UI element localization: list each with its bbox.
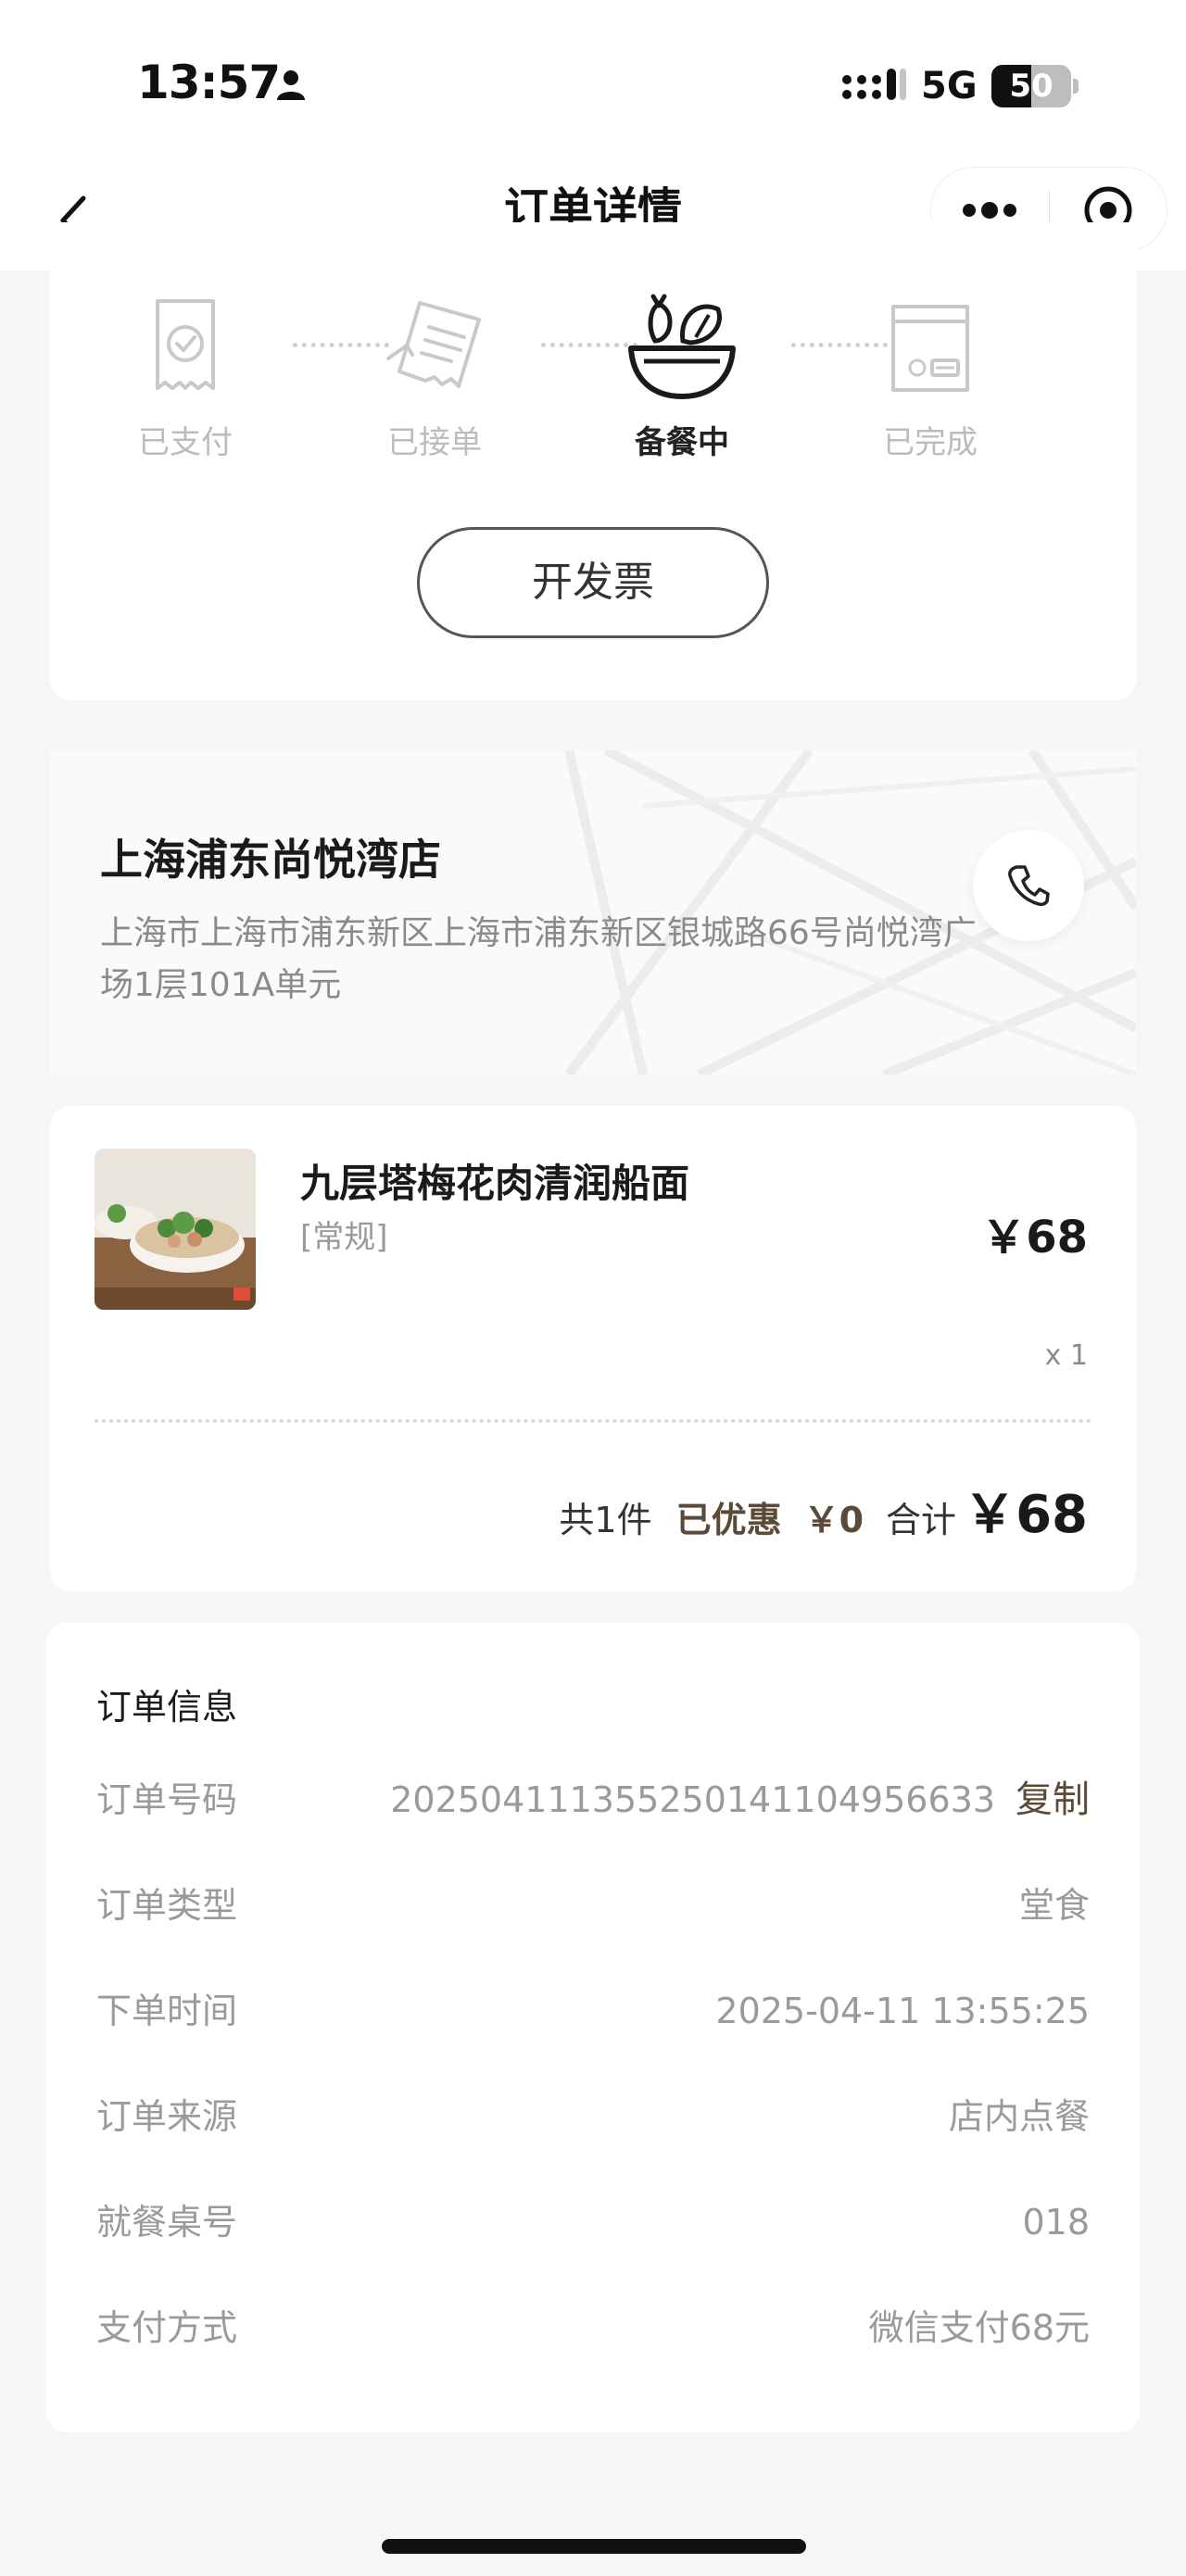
order-item-card: 九层塔梅花肉清润船面 [常规] ￥68 x 1 共1件 已优惠 ￥0 合计 ￥6…	[50, 1106, 1136, 1591]
total-value: ￥68	[964, 1485, 1088, 1545]
receipt-check-icon	[156, 299, 215, 390]
order-summary: 共1件 已优惠 ￥0 合计 ￥68	[559, 1473, 1088, 1547]
step-completed: 已完成	[847, 289, 1014, 462]
info-row-order-number: 订单号码 202504111355250141104956633 复制	[96, 1767, 1090, 1832]
info-label: 订单类型	[96, 1885, 238, 1926]
order-progress-card: 已支付 已接单 备餐中 已完成 开发票	[50, 222, 1136, 700]
info-label: 订单号码	[96, 1779, 238, 1820]
invoice-button[interactable]: 开发票	[417, 527, 769, 638]
info-label: 订单来源	[96, 2096, 238, 2137]
receipt-list-icon	[386, 301, 481, 388]
step-label: 已完成	[883, 424, 978, 461]
step-label: 已支付	[138, 424, 233, 461]
order-detail-page: 13:57 5G 50 订单详情 已支付 已接单 备餐中 已完成 开发票 上海浦…	[0, 0, 1186, 2576]
network-type: 5G	[921, 65, 978, 107]
info-value: 店内点餐	[948, 2096, 1090, 2137]
battery-indicator: 50	[991, 65, 1079, 107]
info-value: 微信支付68元	[868, 2307, 1090, 2348]
veggie-bowl-icon	[628, 294, 736, 399]
takeout-bag-icon	[891, 305, 969, 392]
store-address: 上海市上海市浦东新区上海市浦东新区银城路66号尚悦湾广场1层101A单元	[100, 914, 977, 1004]
step-accepted: 已接单	[351, 289, 518, 462]
item-count: 共1件	[559, 1500, 652, 1540]
info-label: 下单时间	[96, 1991, 238, 2031]
status-time: 13:57	[137, 56, 281, 109]
copy-button[interactable]: 复制	[1016, 1767, 1090, 1832]
info-label: 支付方式	[96, 2307, 238, 2348]
dish-price: ￥68	[981, 1212, 1088, 1263]
dish-spec: [常规]	[300, 1219, 388, 1256]
store-name: 上海浦东尚悦湾店	[100, 835, 441, 885]
step-label: 已接单	[387, 424, 482, 461]
total-label: 合计	[886, 1500, 957, 1540]
dish-name: 九层塔梅花肉清润船面	[300, 1161, 690, 1206]
discount-label: 已优惠	[675, 1500, 782, 1540]
more-dots-icon	[963, 202, 1016, 219]
info-row-order-time: 下单时间 2025-04-11 13:55:25	[96, 1979, 1090, 2043]
dish-image	[95, 1149, 256, 1310]
step-label: 备餐中	[635, 424, 729, 461]
info-value: 堂食	[1018, 1885, 1090, 1926]
phone-icon	[1008, 865, 1050, 907]
step-preparing: 备餐中	[599, 289, 765, 462]
info-label: 就餐桌号	[96, 2202, 238, 2243]
step-paid: 已支付	[102, 289, 269, 462]
info-row-order-source: 订单来源 店内点餐	[96, 2084, 1090, 2149]
info-row-table-number: 就餐桌号 018	[96, 2190, 1090, 2255]
call-store-button[interactable]	[973, 830, 1084, 941]
home-indicator[interactable]	[382, 2539, 806, 2554]
battery-level: 50	[1009, 68, 1054, 105]
info-value: 018	[1022, 2202, 1090, 2243]
order-number-value: 202504111355250141104956633	[390, 1779, 995, 1820]
person-icon	[274, 69, 308, 106]
order-info-title: 订单信息	[96, 1687, 238, 1728]
dotted-divider	[95, 1419, 1091, 1423]
signal-icon	[841, 67, 906, 111]
dish-quantity: x 1	[1044, 1339, 1088, 1372]
info-row-order-type: 订单类型 堂食	[96, 1873, 1090, 1938]
status-bar: 13:57 5G 50	[0, 0, 1186, 167]
store-card: 上海浦东尚悦湾店 上海市上海市浦东新区上海市浦东新区银城路66号尚悦湾广场1层1…	[50, 750, 1136, 1074]
info-value: 2025-04-11 13:55:25	[715, 1991, 1090, 2031]
info-row-payment-method: 支付方式 微信支付68元	[96, 2295, 1090, 2360]
discount-value: ￥0	[803, 1500, 864, 1540]
order-info-card: 订单信息 订单号码 202504111355250141104956633 复制…	[46, 1623, 1140, 2432]
